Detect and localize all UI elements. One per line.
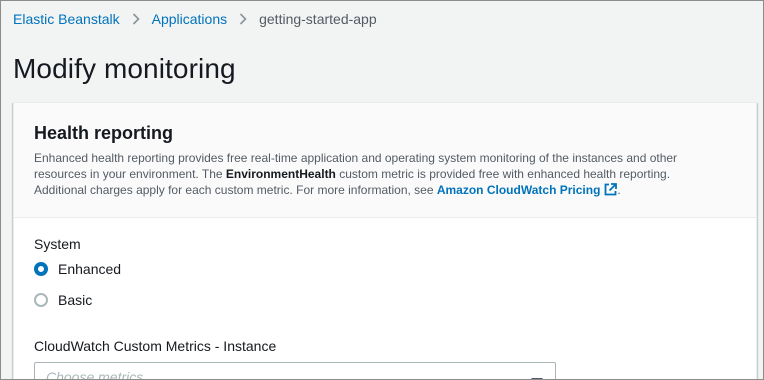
cloudwatch-pricing-link-label: Amazon CloudWatch Pricing — [436, 183, 601, 197]
description-end: . — [617, 183, 621, 197]
health-reporting-panel: Health reporting Enhanced health reporti… — [13, 102, 757, 380]
radio-basic-control[interactable] — [34, 293, 48, 307]
radio-enhanced-control[interactable] — [34, 262, 48, 276]
breadcrumb-applications[interactable]: Applications — [152, 11, 228, 27]
environment-health-term: EnvironmentHealth — [225, 167, 336, 181]
choose-metrics-placeholder: Choose metrics — [46, 369, 144, 380]
custom-metrics-label: CloudWatch Custom Metrics - Instance — [34, 338, 277, 354]
radio-enhanced-label: Enhanced — [58, 261, 122, 277]
system-label: System — [34, 236, 81, 252]
radio-basic[interactable]: Basic — [34, 292, 92, 308]
page-frame: Elastic Beanstalk Applications getting-s… — [0, 0, 764, 380]
radio-enhanced[interactable]: Enhanced — [34, 261, 121, 277]
panel-title: Health reporting — [34, 123, 174, 143]
page-title: Modify monitoring — [13, 53, 236, 84]
breadcrumb-elastic-beanstalk[interactable]: Elastic Beanstalk — [13, 11, 120, 27]
chevron-right-icon — [227, 13, 259, 25]
chevron-right-icon — [120, 13, 152, 25]
panel-header: Health reporting Enhanced health reporti… — [14, 103, 756, 218]
external-link-icon — [604, 183, 618, 200]
breadcrumb-current-app: getting-started-app — [259, 11, 377, 27]
radio-basic-label: Basic — [58, 292, 93, 308]
caret-down-icon — [531, 373, 543, 379]
panel-description: Enhanced health reporting provides free … — [34, 150, 724, 200]
breadcrumb: Elastic Beanstalk Applications getting-s… — [13, 10, 377, 28]
cloudwatch-pricing-link[interactable]: Amazon CloudWatch Pricing — [437, 183, 618, 197]
choose-metrics-select[interactable]: Choose metrics — [34, 362, 556, 380]
